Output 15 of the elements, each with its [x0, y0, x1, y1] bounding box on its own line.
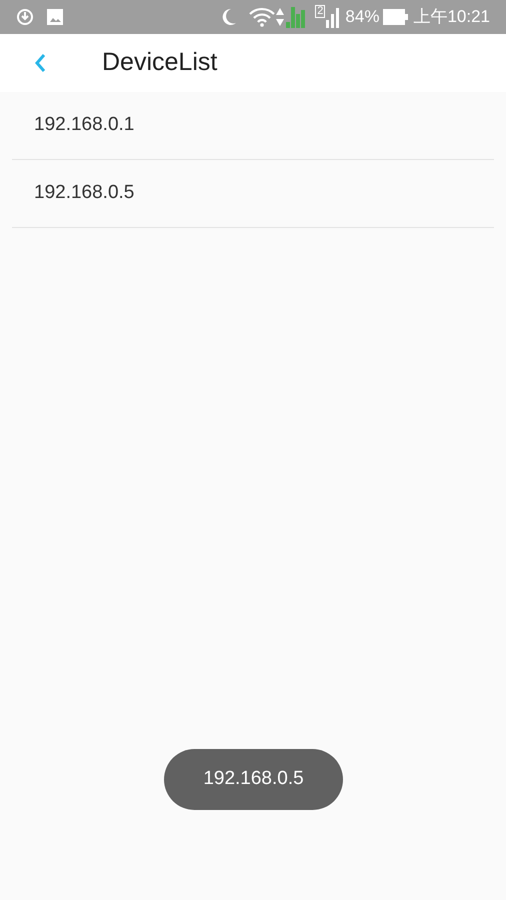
- data-arrows-icon: [275, 7, 286, 27]
- signal-icon: [325, 6, 342, 28]
- image-icon: [46, 8, 64, 26]
- battery-icon: [383, 9, 410, 25]
- sim-number: 2: [315, 5, 326, 18]
- signal-icon: [285, 6, 308, 28]
- battery-percent: 84%: [345, 6, 380, 28]
- download-icon: [16, 8, 34, 26]
- device-item[interactable]: 192.168.0.5: [12, 160, 494, 228]
- wifi-icon: [249, 7, 276, 27]
- back-icon: [33, 52, 47, 74]
- clock: 上午10:21: [413, 6, 490, 28]
- page-title: DeviceList: [102, 47, 218, 78]
- toast: 192.168.0.5: [164, 749, 343, 810]
- device-item[interactable]: 192.168.0.1: [12, 92, 494, 160]
